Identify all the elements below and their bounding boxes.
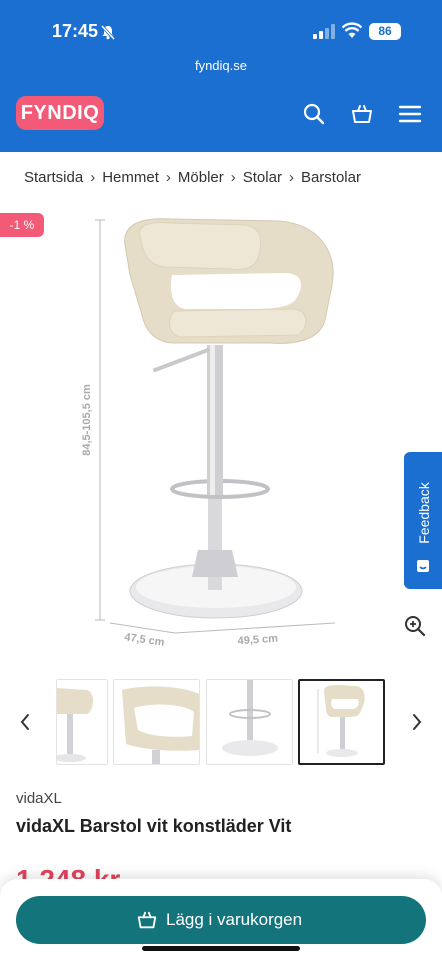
wifi-icon: [342, 22, 362, 38]
chevron-left-icon[interactable]: [18, 712, 32, 732]
product-image[interactable]: 84,5-105,5 cm 47,5 cm 49,5 cm: [80, 205, 380, 665]
top-bar: 17:45 86 fyndiq.se FYNDIQ: [0, 0, 442, 152]
depth-dimension-label: 47,5 cm: [124, 631, 166, 649]
basket-icon[interactable]: [350, 102, 374, 126]
thumbnail-active[interactable]: [298, 679, 385, 765]
status-bar: 17:45 86: [0, 0, 442, 62]
width-dimension-label: 49,5 cm: [237, 633, 278, 648]
smiley-icon: [417, 560, 429, 572]
breadcrumb-item[interactable]: Hemmet: [102, 169, 159, 186]
product-brand[interactable]: vidaXL: [16, 790, 62, 807]
status-time: 17:45: [52, 21, 99, 41]
fyndiq-logo[interactable]: FYNDIQ: [16, 96, 104, 130]
breadcrumb: Startsida › Hemmet › Möbler › Stolar › Barstolar: [24, 169, 361, 186]
chevron-right-icon[interactable]: [410, 712, 424, 732]
search-icon[interactable]: [302, 102, 326, 126]
menu-icon[interactable]: [398, 102, 422, 126]
bell-off-icon: [100, 24, 116, 40]
chevron-right-icon: ›: [165, 169, 171, 186]
basket-icon: [137, 911, 157, 929]
thumbnail[interactable]: [56, 679, 108, 765]
feedback-label: Feedback: [416, 482, 432, 544]
cellular-signal-icon: [313, 24, 335, 39]
thumbnail[interactable]: [206, 679, 293, 765]
breadcrumb-item[interactable]: Stolar: [243, 169, 282, 186]
breadcrumb-item[interactable]: Barstolar: [301, 169, 361, 186]
address-bar[interactable]: fyndiq.se: [0, 58, 442, 73]
product-title: vidaXL Barstol vit konstläder Vit: [16, 816, 292, 836]
add-to-cart-button[interactable]: Lägg i varukorgen: [16, 896, 426, 944]
breadcrumb-item[interactable]: Möbler: [178, 169, 224, 186]
home-indicator[interactable]: [142, 946, 300, 951]
add-to-cart-label: Lägg i varukorgen: [166, 910, 303, 929]
feedback-tab[interactable]: Feedback: [404, 452, 442, 589]
chevron-right-icon: ›: [288, 169, 294, 186]
chevron-right-icon: ›: [230, 169, 236, 186]
breadcrumb-item[interactable]: Startsida: [24, 169, 83, 186]
chevron-right-icon: ›: [90, 169, 96, 186]
discount-badge: -1 %: [0, 213, 44, 237]
height-dimension-label: 84,5-105,5 cm: [81, 384, 93, 456]
battery-indicator: 86: [369, 23, 401, 40]
thumbnail[interactable]: [113, 679, 200, 765]
zoom-in-icon[interactable]: [404, 615, 426, 637]
